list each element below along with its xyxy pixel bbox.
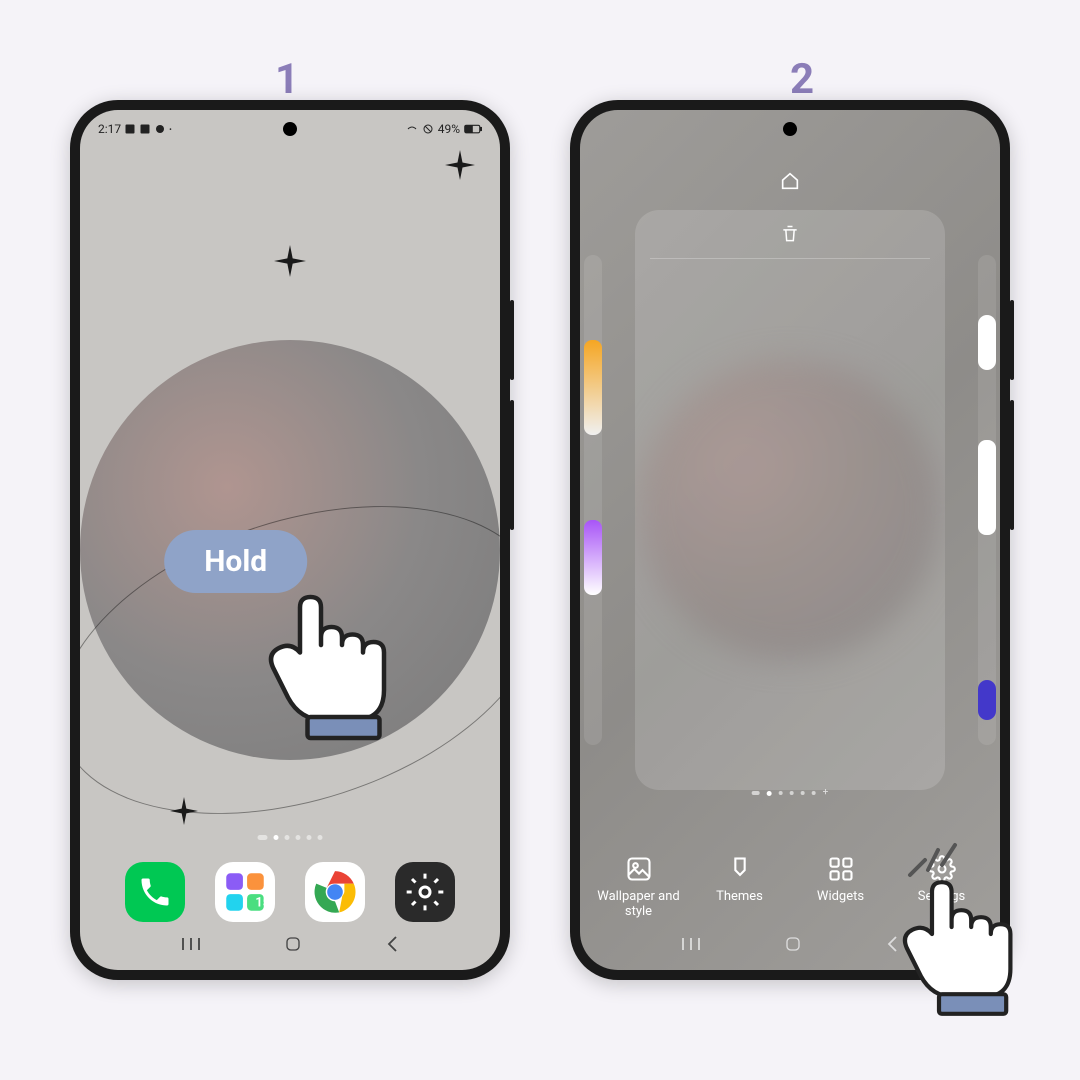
page-indicator	[258, 835, 323, 840]
apps-app-icon[interactable]: 15	[215, 862, 275, 922]
phone-app-icon[interactable]	[125, 862, 185, 922]
hand-pointer-icon	[255, 570, 405, 750]
wallpaper-label: Wallpaper and style	[589, 889, 689, 920]
page-dot-active	[274, 835, 279, 840]
nav-recents-icon[interactable]	[181, 936, 201, 952]
page-dot	[307, 835, 312, 840]
app-dock: 15	[80, 862, 500, 922]
status-right: 49%	[406, 122, 482, 136]
battery-percent: 49%	[438, 122, 460, 136]
home-outline-icon[interactable]	[779, 170, 801, 192]
side-widget-preview	[584, 340, 602, 435]
side-widget-preview	[584, 520, 602, 595]
wallpaper-button[interactable]: Wallpaper and style	[589, 855, 689, 920]
settings-app-icon[interactable]	[395, 862, 455, 922]
page-dot	[318, 835, 323, 840]
hand-pointer-icon	[890, 857, 1030, 1025]
wallpaper-icon	[625, 855, 653, 883]
step-number-1: 1	[275, 55, 299, 104]
page-dot-active	[767, 791, 772, 796]
page-indicator: +	[752, 788, 829, 798]
camera-notch	[783, 122, 797, 136]
wifi-icon	[406, 123, 418, 135]
check-icon	[139, 123, 151, 135]
side-widget-preview	[978, 315, 996, 370]
step-2-container: + Wallpaper and style Themes Widgets	[570, 100, 1010, 980]
phone-screen-1[interactable]: 2:17 • 49% Hold	[80, 110, 500, 970]
page-dot	[790, 791, 794, 795]
status-left: 2:17 •	[98, 122, 172, 136]
nav-back-icon[interactable]	[385, 935, 399, 953]
camera-notch	[283, 122, 297, 136]
preview-divider	[650, 258, 930, 259]
page-preview-left[interactable]	[584, 255, 602, 745]
svg-text:15: 15	[255, 896, 269, 911]
themes-label: Themes	[716, 889, 763, 905]
battery-icon	[464, 124, 482, 134]
sparkle-icon	[170, 797, 198, 825]
widgets-label: Widgets	[817, 889, 864, 905]
chrome-app-icon[interactable]	[305, 862, 365, 922]
sparkle-icon	[274, 245, 306, 277]
sparkle-icon	[445, 150, 475, 180]
preview-wallpaper-orb	[640, 360, 940, 660]
status-time: 2:17	[98, 122, 121, 136]
widgets-button[interactable]: Widgets	[791, 855, 891, 920]
page-dot	[752, 791, 760, 795]
side-widget-preview	[978, 680, 996, 720]
page-dot	[779, 791, 783, 795]
page-dot	[801, 791, 805, 795]
nav-home-icon[interactable]	[784, 935, 802, 953]
alarm-icon	[154, 123, 166, 135]
navigation-bar	[80, 926, 500, 962]
more-indicator-icon: •	[169, 125, 172, 134]
home-page-preview[interactable]	[635, 210, 945, 790]
themes-button[interactable]: Themes	[690, 855, 790, 920]
widgets-icon	[827, 855, 855, 883]
step-1-container: 2:17 • 49% Hold	[70, 100, 510, 980]
page-dot	[812, 791, 816, 795]
add-page-icon[interactable]: +	[823, 788, 829, 798]
page-dot	[285, 835, 290, 840]
no-sim-icon	[422, 123, 434, 135]
phone-screen-2[interactable]: + Wallpaper and style Themes Widgets	[580, 110, 1000, 970]
page-dot	[296, 835, 301, 840]
side-widget-preview	[978, 440, 996, 535]
highlight-box	[797, 839, 885, 929]
phone-frame-2: + Wallpaper and style Themes Widgets	[570, 100, 1010, 980]
nav-recents-icon[interactable]	[681, 936, 701, 952]
page-dot	[258, 835, 268, 840]
image-icon	[124, 123, 136, 135]
themes-icon	[726, 855, 754, 883]
phone-frame-1: 2:17 • 49% Hold	[70, 100, 510, 980]
nav-home-icon[interactable]	[284, 935, 302, 953]
trash-icon[interactable]	[780, 224, 800, 244]
step-number-2: 2	[790, 55, 814, 104]
